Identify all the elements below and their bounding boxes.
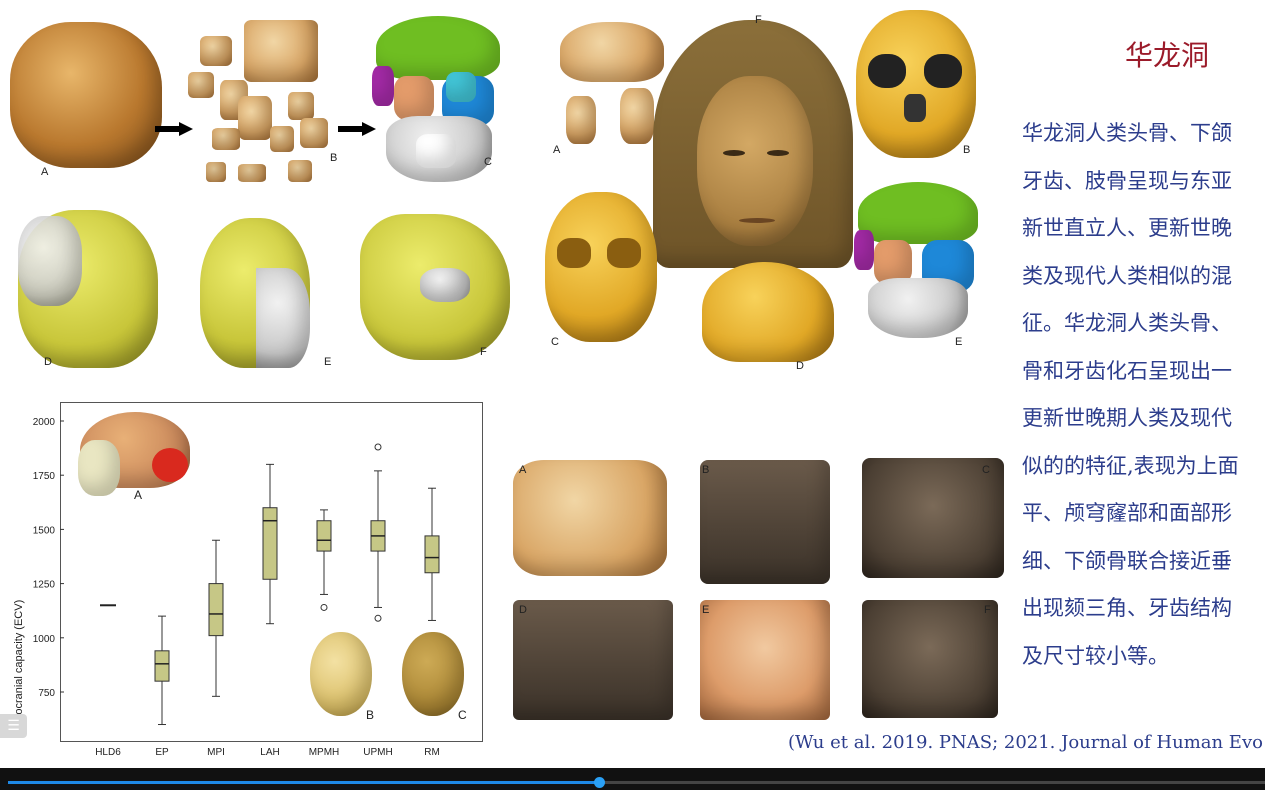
- y-tick-label: 750: [38, 688, 55, 699]
- panel3-label-a: A: [519, 464, 527, 476]
- skull-cast-yellow: [545, 192, 657, 342]
- box: [424, 535, 440, 574]
- panel1-label-b: B: [330, 152, 338, 164]
- slide-body-text: 华龙洞人类头骨、下颌 牙齿、肢骨呈现与东亚 新世直立人、更新世晚 类及现代人类相…: [1022, 110, 1265, 680]
- palate-photo-f: [862, 600, 998, 718]
- x-tick-label: RM: [424, 747, 440, 758]
- skull-cast-frontal: [856, 10, 976, 158]
- panel3-label-d: D: [519, 604, 527, 616]
- endocast-inferior-inset: [402, 632, 464, 716]
- outlier-point: [374, 614, 382, 622]
- panel1-label-f: F: [480, 346, 487, 358]
- body-line: 平、颅穹窿部和面部形: [1022, 501, 1232, 525]
- box: [208, 583, 224, 637]
- panel1-label-c: C: [484, 156, 492, 168]
- facial-reconstruction: [653, 20, 853, 268]
- panel1-label-a: A: [41, 166, 49, 178]
- video-player-bar: [0, 768, 1265, 790]
- box: [154, 650, 170, 682]
- body-line: 类及现代人类相似的混: [1022, 263, 1232, 288]
- chart-inset-label-b: B: [366, 708, 375, 722]
- body-line: 似的的特征,表现为上面: [1022, 453, 1239, 478]
- x-tick-label: HLD6: [95, 747, 121, 758]
- outlier-point: [374, 443, 382, 451]
- y-tick-label: 1750: [33, 471, 56, 482]
- x-tick-label: EP: [155, 747, 169, 758]
- slide-title: 华龙洞: [1125, 39, 1210, 72]
- menu-list-icon[interactable]: ☰: [0, 714, 27, 738]
- slide: A B C D E F A F B C D E 750 1000 1250 15…: [0, 0, 1265, 768]
- progress-track[interactable]: [8, 777, 1265, 788]
- chart-inset-label-c: C: [458, 708, 467, 722]
- x-tick-label: MPI: [207, 747, 225, 758]
- y-tick-label: 2000: [33, 417, 56, 428]
- endocast-superior-inset: [310, 632, 372, 716]
- panel2-label-e: E: [955, 336, 963, 348]
- panel2-label-b: B: [963, 144, 971, 156]
- y-tick-label: 1500: [33, 525, 56, 536]
- body-line: 及尺寸较小等。: [1022, 643, 1169, 668]
- arrow-icon: [155, 122, 195, 136]
- outlier-point: [320, 603, 328, 611]
- body-line: 出现颏三角、牙齿结构: [1022, 596, 1232, 620]
- panel3-label-f: F: [984, 604, 991, 616]
- body-line: 华龙洞人类头骨、下颌: [1022, 121, 1232, 145]
- panel2-label-c: C: [551, 336, 559, 348]
- progress-fill: [8, 781, 599, 784]
- panel3-label-b: B: [702, 464, 710, 476]
- panel2-label-d: D: [796, 360, 804, 372]
- panel3-label-e: E: [702, 604, 710, 616]
- panel1-label-d: D: [44, 356, 52, 368]
- body-line: 新世直立人、更新世晚: [1022, 216, 1232, 240]
- body-line: 骨和牙齿化石呈现出一: [1022, 358, 1232, 383]
- skull-fragment-photo: [10, 22, 162, 168]
- box: [316, 520, 332, 552]
- body-line: 牙齿、肢骨呈现与东亚: [1022, 168, 1232, 193]
- progress-handle[interactable]: [593, 777, 605, 788]
- body-line: 细、下颌骨联合接近垂: [1022, 548, 1232, 573]
- skull-3d-colored-2: [854, 182, 982, 338]
- box: [262, 507, 278, 580]
- citation: (Wu et al. 2019. PNAS; 2021. Journal of …: [788, 732, 1263, 753]
- palate-photo-c: [862, 458, 1004, 578]
- panel2-label-f: F: [755, 14, 762, 26]
- palate-photo-a: [513, 460, 667, 576]
- panel2-label-a: A: [553, 144, 561, 156]
- panel1-label-e: E: [324, 356, 332, 368]
- y-tick-label: 1250: [33, 580, 56, 591]
- skull-cast-lateral: [702, 262, 834, 362]
- palate-photo-b: [700, 460, 830, 584]
- chart-inset-label-a: A: [134, 488, 143, 502]
- y-tick-label: 1000: [33, 634, 56, 645]
- palate-photo-e: [700, 600, 830, 720]
- palate-photo-d: [513, 600, 673, 720]
- x-tick-label: LAH: [260, 747, 279, 758]
- body-line: 更新世晚期人类及现代: [1022, 406, 1232, 430]
- panel3-label-c: C: [982, 464, 990, 476]
- x-tick-label: UPMH: [363, 747, 392, 758]
- x-tick-label: MPMH: [309, 747, 340, 758]
- body-line: 征。华龙洞人类头骨、: [1022, 311, 1232, 335]
- partial-cranium: [560, 22, 664, 82]
